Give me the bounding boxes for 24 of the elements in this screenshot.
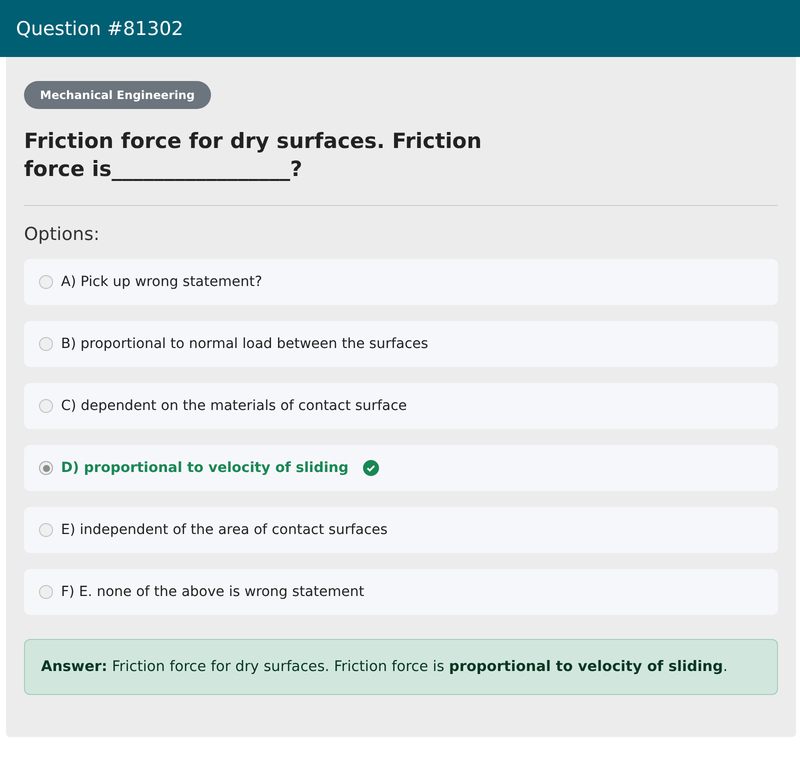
radio-button[interactable]: [39, 337, 53, 351]
question-text: Friction force for dry surfaces. Friction force is_________________?: [24, 128, 483, 183]
option-label: D) proportional to velocity of sliding: [61, 460, 349, 476]
radio-button[interactable]: [39, 275, 53, 289]
option-label: F) E. none of the above is wrong statement: [61, 584, 364, 600]
options-heading: Options:: [24, 224, 101, 245]
question-title: Question #81302: [16, 18, 184, 40]
option-item[interactable]: E) independent of the area of contact surfaces: [24, 507, 778, 553]
check-circle-icon: [362, 460, 379, 476]
category-tag: Mechanical Engineering: [24, 81, 211, 109]
option-label: A) Pick up wrong statement?: [61, 274, 262, 290]
option-item[interactable]: D) proportional to velocity of sliding: [24, 445, 778, 491]
radio-button[interactable]: [39, 523, 53, 537]
radio-button[interactable]: [39, 399, 53, 413]
option-item[interactable]: F) E. none of the above is wrong statement: [24, 569, 778, 615]
option-item[interactable]: C) dependent on the materials of contact surface: [24, 383, 778, 429]
answer-text: Answer: Friction force for dry surfaces. Friction force is proportional to velocity of sliding.: [41, 659, 728, 675]
option-item[interactable]: A) Pick up wrong statement?: [24, 259, 778, 305]
option-label: B) proportional to normal load between the surfaces: [61, 336, 428, 352]
option-label: E) independent of the area of contact surfaces: [61, 522, 388, 538]
radio-button[interactable]: [39, 585, 53, 599]
option-item[interactable]: B) proportional to normal load between the surfaces: [24, 321, 778, 367]
radio-button[interactable]: [39, 461, 53, 475]
option-label: C) dependent on the materials of contact surface: [61, 398, 407, 414]
